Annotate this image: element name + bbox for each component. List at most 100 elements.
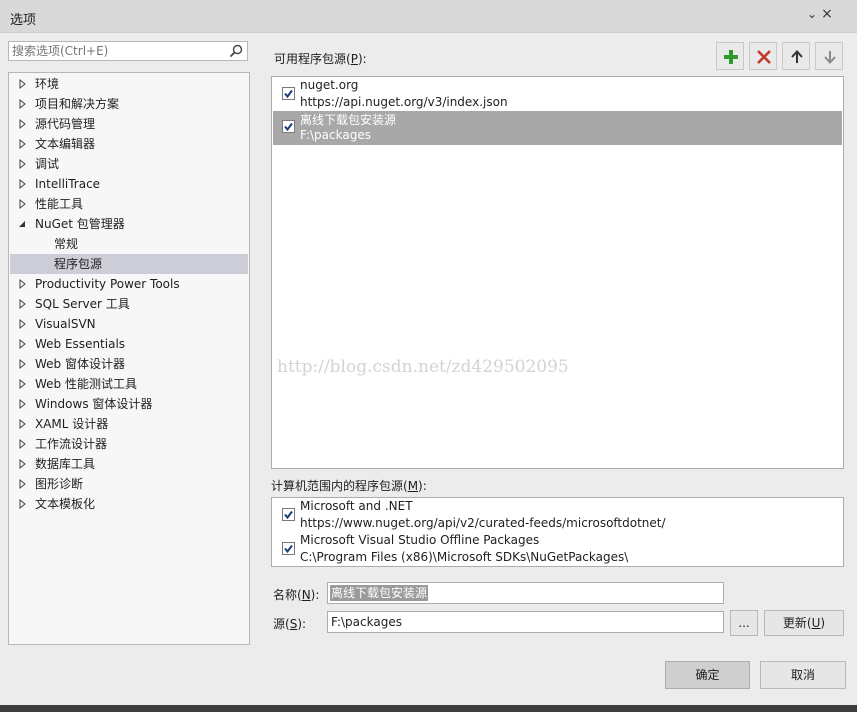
search-box[interactable] [8, 41, 248, 61]
update-button[interactable]: 更新(U) [764, 610, 844, 636]
collapsed-arrow-icon[interactable] [18, 434, 28, 454]
tree-item[interactable]: 环境 [10, 74, 248, 94]
ok-button[interactable]: 确定 [665, 661, 750, 689]
collapsed-arrow-icon[interactable] [18, 114, 28, 134]
tree-item[interactable]: Web Essentials [10, 334, 248, 354]
arrow-up-icon [791, 50, 803, 63]
tree-item[interactable]: 源代码管理 [10, 114, 248, 134]
tree-item[interactable]: Windows 窗体设计器 [10, 394, 248, 414]
window-title: 选项 [10, 13, 37, 28]
collapsed-arrow-icon[interactable] [18, 354, 28, 374]
tree-item-label: 数据库工具 [35, 457, 96, 471]
tree-item-label: 性能工具 [35, 197, 84, 211]
source-name: 离线下载包安装源 [300, 113, 397, 127]
tree-item[interactable]: 调试 [10, 154, 248, 174]
watermark: http://blog.csdn.net/zd429502095 [277, 357, 569, 377]
collapsed-arrow-icon[interactable] [18, 154, 28, 174]
source-checkbox[interactable] [282, 120, 295, 133]
collapsed-arrow-icon[interactable] [18, 94, 28, 114]
tree-item[interactable]: 常规 [10, 234, 248, 254]
add-source-button[interactable] [716, 42, 744, 70]
background-strip [0, 705, 857, 712]
tree-item[interactable]: Productivity Power Tools [10, 274, 248, 294]
tree-item[interactable]: 文本编辑器 [10, 134, 248, 154]
source-url: https://www.nuget.org/api/v2/curated-fee… [300, 516, 666, 530]
collapsed-arrow-icon[interactable] [18, 374, 28, 394]
tree-item[interactable]: IntelliTrace [10, 174, 248, 194]
tree-item-label: 文本编辑器 [35, 137, 96, 151]
machine-sources-label: 计算机范围内的程序包源(M): [271, 479, 427, 493]
tree-item[interactable]: 性能工具 [10, 194, 248, 214]
tree-item-label: Windows 窗体设计器 [35, 397, 153, 411]
collapsed-arrow-icon[interactable] [18, 314, 28, 334]
name-label: 名称(N): [273, 588, 320, 602]
tree-item[interactable]: SQL Server 工具 [10, 294, 248, 314]
collapsed-arrow-icon[interactable] [18, 194, 28, 214]
remove-source-button[interactable] [749, 42, 777, 70]
source-checkbox[interactable] [282, 87, 295, 100]
tree-item[interactable]: 文本模板化 [10, 494, 248, 514]
tree-item[interactable]: 工作流设计器 [10, 434, 248, 454]
tree-item-label: Web Essentials [35, 337, 126, 351]
move-down-button[interactable] [815, 42, 843, 70]
tree-item-label: XAML 设计器 [35, 417, 109, 431]
collapsed-arrow-icon[interactable] [18, 174, 28, 194]
collapsed-arrow-icon[interactable] [18, 394, 28, 414]
machine-sources-list[interactable]: Microsoft and .NET https://www.nuget.org… [271, 497, 844, 567]
collapsed-arrow-icon[interactable] [18, 334, 28, 354]
search-icon[interactable] [229, 44, 243, 58]
checkmark-icon [284, 89, 293, 99]
plus-icon [724, 50, 738, 64]
tree-item[interactable]: XAML 设计器 [10, 414, 248, 434]
cancel-button[interactable]: 取消 [760, 661, 846, 689]
tree-item[interactable]: 项目和解决方案 [10, 94, 248, 114]
tree-item[interactable]: VisualSVN [10, 314, 248, 334]
tree-item-label: Web 性能测试工具 [35, 377, 137, 391]
collapsed-arrow-icon[interactable] [18, 294, 28, 314]
tree-item-label: 项目和解决方案 [35, 97, 120, 111]
options-tree: 环境项目和解决方案源代码管理文本编辑器调试 IntelliTrace 性能工具 NuG… [8, 72, 250, 645]
collapsed-arrow-icon[interactable] [18, 274, 28, 294]
tree-item-label: 工作流设计器 [35, 437, 108, 451]
tree-item-label: SQL Server 工具 [35, 297, 130, 311]
tree-item[interactable]: Web 性能测试工具 [10, 374, 248, 394]
tree-item-label: 调试 [35, 157, 60, 171]
arrow-down-icon [824, 51, 836, 64]
tree-item[interactable]: 图形诊断 [10, 474, 248, 494]
source-name: Microsoft and .NET [300, 499, 413, 513]
collapsed-arrow-icon[interactable] [18, 414, 28, 434]
move-up-button[interactable] [782, 42, 810, 70]
tree-item[interactable]: 程序包源 [10, 254, 248, 274]
source-item-offline[interactable]: 离线下载包安装源 F:\packages [273, 111, 842, 145]
available-sources-label: 可用程序包源(P): [274, 52, 367, 66]
checkmark-icon [284, 122, 293, 132]
tree-item-label: Productivity Power Tools [35, 277, 180, 291]
source-label: 源(S): [273, 617, 307, 631]
source-input[interactable] [331, 614, 711, 630]
collapsed-arrow-icon[interactable] [18, 454, 28, 474]
available-sources-list[interactable]: nuget.org https://api.nuget.org/v3/index… [271, 76, 844, 469]
source-url: C:\Program Files (x86)\Microsoft SDKs\Nu… [300, 550, 629, 564]
collapsed-arrow-icon[interactable] [18, 134, 28, 154]
close-button[interactable]: × [818, 6, 836, 22]
source-item-nuget[interactable]: nuget.org https://api.nuget.org/v3/index… [273, 78, 842, 112]
source-name: nuget.org [300, 78, 359, 92]
collapsed-arrow-icon[interactable] [18, 494, 28, 514]
source-checkbox[interactable] [282, 542, 295, 555]
tree-item[interactable]: NuGet 包管理器 [10, 214, 248, 234]
tree-item[interactable]: Web 窗体设计器 [10, 354, 248, 374]
name-field[interactable]: 离线下载包安装源 [327, 582, 724, 604]
machine-source-item[interactable]: Microsoft Visual Studio Offline Packages… [273, 533, 842, 567]
browse-button[interactable]: ... [730, 610, 758, 636]
tree-item[interactable]: 数据库工具 [10, 454, 248, 474]
source-field[interactable] [327, 611, 724, 633]
search-input[interactable] [12, 43, 224, 59]
collapsed-arrow-icon[interactable] [18, 74, 28, 94]
tree-item-label: 常规 [54, 237, 79, 251]
expanded-arrow-icon[interactable] [18, 214, 28, 234]
name-value[interactable]: 离线下载包安装源 [330, 585, 429, 601]
collapsed-arrow-icon[interactable] [18, 474, 28, 494]
source-url: F:\packages [300, 128, 371, 142]
source-checkbox[interactable] [282, 508, 295, 521]
machine-source-item[interactable]: Microsoft and .NET https://www.nuget.org… [273, 499, 842, 533]
